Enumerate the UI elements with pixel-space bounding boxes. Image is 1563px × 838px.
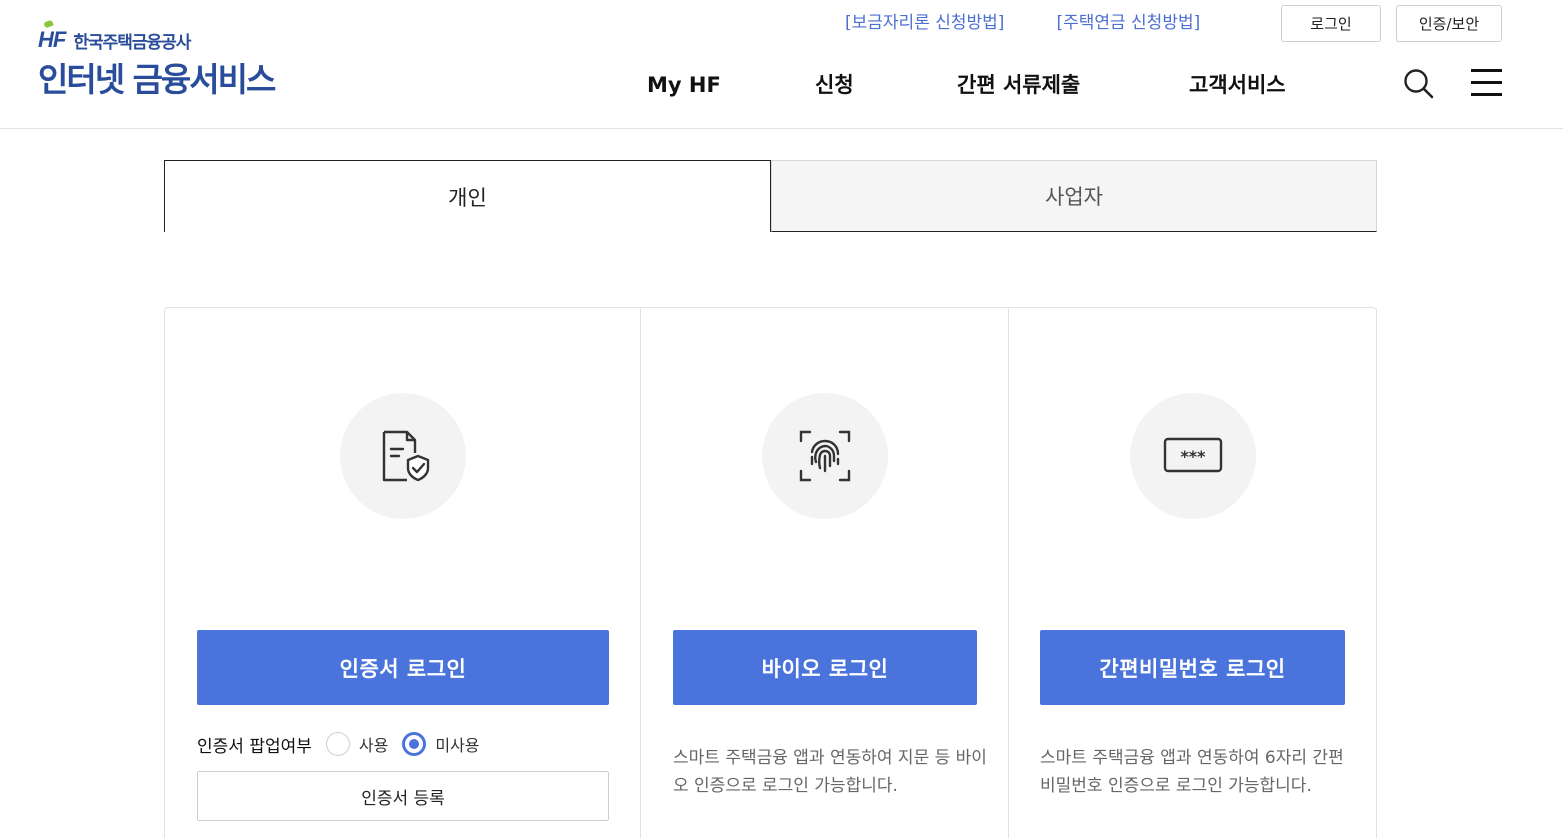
site-header: HF 한국주택금융공사 인터넷 금융서비스 [보금자리론 신청방법] [주택연금… (0, 0, 1563, 129)
bio-login-column: 바이오 로그인 스마트 주택금융 앱과 연동하여 지문 등 바이오 인증으로 로… (641, 308, 1009, 838)
nav-item-customer-service[interactable]: 고객서비스 (1189, 68, 1286, 102)
tab-personal[interactable]: 개인 (164, 160, 771, 232)
search-icon-svg (1404, 69, 1434, 99)
popup-option-label: 인증서 팝업여부 (197, 736, 312, 757)
pin-login-column: *** 간편비밀번호 로그인 스마트 주택금융 앱과 연동하여 6자리 간편비밀… (1009, 308, 1377, 838)
certificate-register-button[interactable]: 인증서 등록 (197, 771, 609, 821)
org-name: 한국주택금융공사 (73, 32, 191, 53)
logo-top-row: HF 한국주택금융공사 (38, 19, 274, 54)
certificate-popup-option: 인증서 팝업여부 사용 미사용 (197, 730, 494, 758)
user-type-tabs: 개인 사업자 (164, 160, 1377, 232)
nav-item-document-submit[interactable]: 간편 서류제출 (957, 68, 1080, 102)
hf-logo-text: HF (38, 27, 66, 52)
nav-item-apply[interactable]: 신청 (815, 68, 854, 102)
certificate-document-shield-icon (340, 393, 466, 519)
password-icon-svg: *** (1163, 437, 1223, 473)
fingerprint-icon-svg (799, 430, 851, 482)
pin-login-button[interactable]: 간편비밀번호 로그인 (1040, 630, 1345, 705)
certificate-icon-svg (382, 430, 430, 482)
tab-business[interactable]: 사업자 (771, 160, 1377, 232)
bio-login-description: 스마트 주택금융 앱과 연동하여 지문 등 바이오 인증으로 로그인 가능합니다… (673, 748, 987, 796)
popup-nouse-label[interactable]: 미사용 (435, 732, 479, 756)
service-title: 인터넷 금융서비스 (38, 60, 276, 99)
login-button[interactable]: 로그인 (1281, 5, 1381, 42)
search-icon[interactable] (1402, 67, 1436, 101)
menu-bar (1471, 81, 1502, 84)
popup-use-radio[interactable] (325, 732, 350, 756)
loan-guide-link[interactable]: [보금자리론 신청방법] (845, 10, 1004, 36)
menu-bar (1471, 93, 1502, 96)
login-methods-panel: 인증서 로그인 인증서 팝업여부 사용 미사용 인증서 등록 바이오 로그인 스… (164, 307, 1377, 838)
certificate-login-column: 인증서 로그인 인증서 팝업여부 사용 미사용 인증서 등록 (165, 308, 641, 838)
popup-use-label[interactable]: 사용 (359, 732, 388, 756)
hf-logo-mark: HF (38, 19, 66, 53)
fingerprint-icon (762, 393, 888, 519)
site-logo[interactable]: HF 한국주택금융공사 인터넷 금융서비스 (38, 19, 276, 100)
pin-login-description: 스마트 주택금융 앱과 연동하여 6자리 간편비밀번호 인증으로 로그인 가능합… (1040, 748, 1344, 796)
bio-login-button[interactable]: 바이오 로그인 (673, 630, 977, 705)
svg-text:***: *** (1180, 447, 1206, 466)
password-field-icon: *** (1130, 393, 1256, 519)
util-links: [보금자리론 신청방법] [주택연금 신청방법] (845, 10, 1252, 36)
certificate-security-button[interactable]: 인증/보안 (1396, 5, 1502, 42)
certificate-login-button[interactable]: 인증서 로그인 (197, 630, 609, 705)
nav-item-my-hf[interactable]: My HF (647, 68, 721, 102)
menu-bar (1471, 69, 1502, 72)
pension-guide-link[interactable]: [주택연금 신청방법] (1056, 10, 1200, 36)
hamburger-menu-icon[interactable] (1470, 68, 1504, 98)
popup-nouse-radio[interactable] (402, 732, 427, 756)
